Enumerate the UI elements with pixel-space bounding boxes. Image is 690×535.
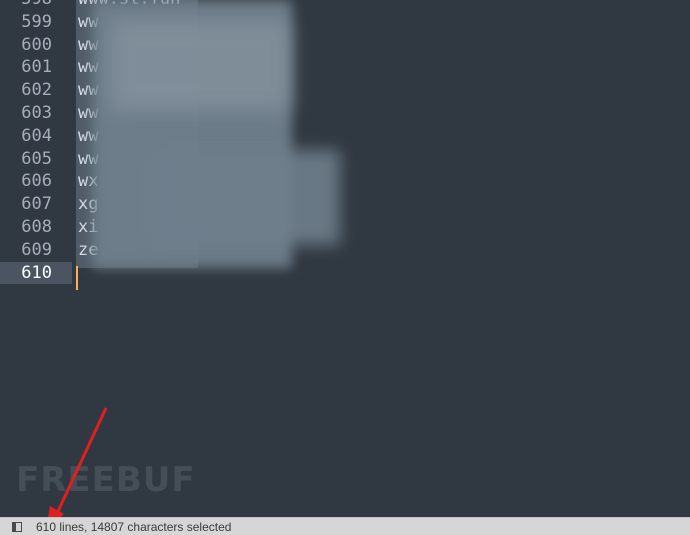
redaction-blur	[150, 150, 340, 245]
current-line-number: 610	[0, 261, 72, 285]
watermark-logo: FREEBUF	[16, 460, 196, 500]
line-number: 600	[21, 34, 52, 55]
line-number-gutter: 598 599 600 601 602 603 604 605 606 607 …	[0, 0, 72, 285]
redaction-blur	[110, 20, 290, 110]
status-text: 610 lines, 14807 characters selected	[36, 519, 232, 534]
sidebar-toggle-icon[interactable]	[12, 521, 22, 532]
editor-area[interactable]: 598 599 600 601 602 603 604 605 606 607 …	[0, 0, 690, 518]
line-number: 601	[21, 57, 52, 78]
line-number: 608	[21, 216, 52, 237]
line-number: 605	[21, 148, 52, 169]
status-bar: 610 lines, 14807 characters selected	[0, 517, 690, 535]
line-number: 602	[21, 80, 52, 101]
line-number: 598	[0, 0, 72, 11]
line-number: 599	[21, 11, 52, 32]
line-number: 606	[21, 171, 52, 192]
text-caret	[76, 266, 78, 290]
line-number: 609	[21, 239, 52, 260]
line-number: 607	[21, 194, 52, 215]
line-number: 603	[21, 102, 52, 123]
line-number: 604	[21, 125, 52, 146]
